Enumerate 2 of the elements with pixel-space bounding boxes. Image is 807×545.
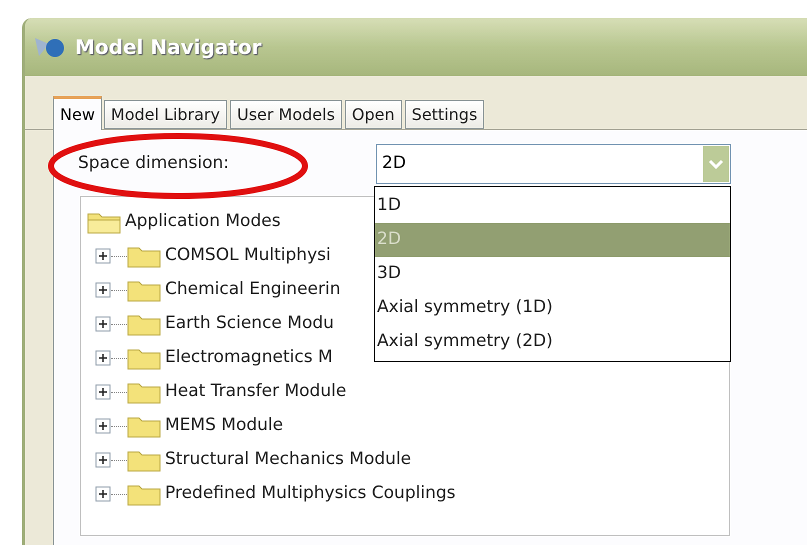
- field-label: Space dimension:: [78, 152, 230, 176]
- window-title: Model Navigator: [75, 34, 262, 61]
